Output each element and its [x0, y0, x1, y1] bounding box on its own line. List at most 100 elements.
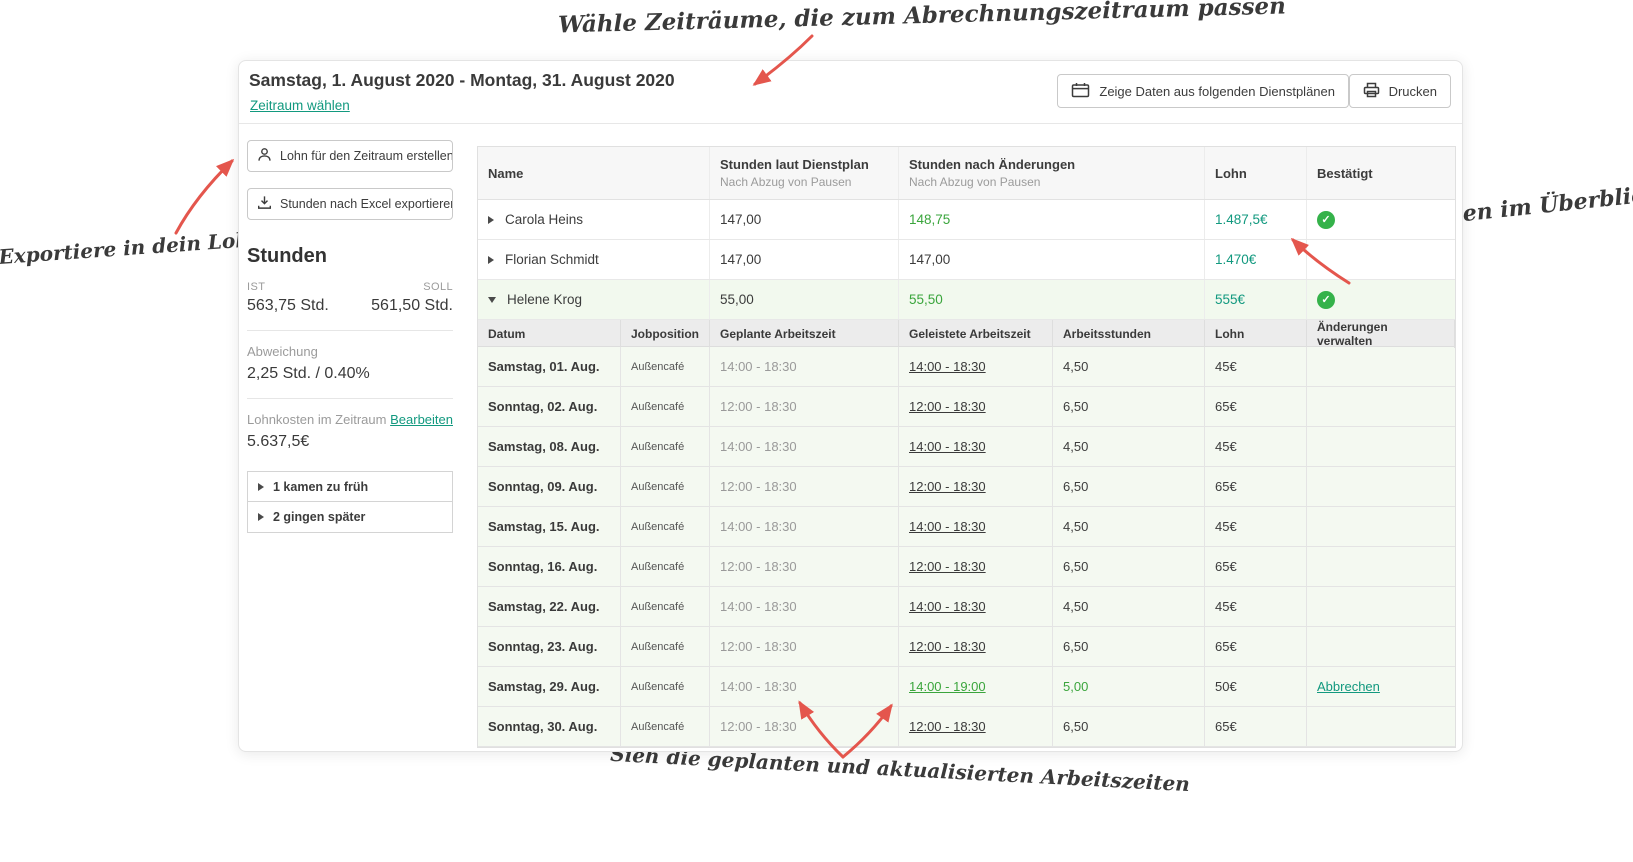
employee-changed-hours: 147,00	[899, 240, 1205, 279]
col-worked-time: Geleistete Arbeitszeit	[899, 320, 1053, 348]
detail-worked-time-link[interactable]: 12:00 - 18:30	[909, 559, 986, 574]
calendar-icon	[1071, 82, 1090, 101]
detail-wage: 45€	[1205, 587, 1307, 626]
came-early-accordion[interactable]: 1 kamen zu früh	[247, 471, 453, 502]
create-payroll-button[interactable]: Lohn für den Zeitraum erstellen	[247, 140, 453, 172]
show-schedules-label: Zeige Daten aus folgenden Dienstplänen	[1099, 83, 1335, 99]
detail-jobposition: Außencafé	[621, 507, 710, 546]
detail-worked-time-link[interactable]: 12:00 - 18:30	[909, 399, 986, 414]
employee-wage: 1.487,5€	[1205, 200, 1307, 239]
detail-hours: 6,50	[1053, 547, 1205, 586]
employee-changed-hours: 55,50	[899, 280, 1205, 319]
detail-row: Samstag, 22. Aug. Außencafé 14:00 - 18:3…	[478, 587, 1455, 627]
detail-worked-time-link[interactable]: 14:00 - 18:30	[909, 359, 986, 374]
detail-jobposition: Außencafé	[621, 587, 710, 626]
detail-wage: 45€	[1205, 507, 1307, 546]
choose-period-link[interactable]: Zeitraum wählen	[250, 98, 350, 113]
detail-date: Samstag, 29. Aug.	[478, 667, 621, 706]
caret-right-icon	[488, 255, 494, 264]
detail-date: Sonntag, 09. Aug.	[478, 467, 621, 506]
detail-date: Sonntag, 30. Aug.	[478, 707, 621, 746]
detail-row: Sonntag, 30. Aug. Außencafé 12:00 - 18:3…	[478, 707, 1455, 747]
detail-wage: 65€	[1205, 387, 1307, 426]
page: { "annotations": { "top": "Wähle Zeiträu…	[0, 0, 1633, 862]
divider	[247, 330, 453, 331]
detail-hours: 6,50	[1053, 627, 1205, 666]
employee-expander[interactable]: Carola Heins	[478, 200, 710, 239]
detail-worked-time-link[interactable]: 14:00 - 18:30	[909, 439, 986, 454]
detail-worked-time-link[interactable]: 12:00 - 18:30	[909, 639, 986, 654]
caret-right-icon	[488, 215, 494, 224]
col-detail-wage: Lohn	[1205, 320, 1307, 348]
detail-worked-time-link[interactable]: 14:00 - 18:30	[909, 599, 986, 614]
employee-expander[interactable]: Helene Krog	[478, 280, 710, 319]
detail-date: Sonntag, 02. Aug.	[478, 387, 621, 426]
detail-worked-time-link[interactable]: 14:00 - 19:00	[909, 679, 986, 694]
detail-planned-time: 14:00 - 18:30	[710, 587, 899, 626]
caret-right-icon	[258, 482, 264, 491]
labor-cost-label: Lohnkosten im Zeitraum	[247, 412, 387, 427]
left-late-accordion[interactable]: 2 gingen später	[247, 502, 453, 533]
employee-name: Florian Schmidt	[505, 252, 599, 267]
sidebar: Lohn für den Zeitraum erstellen Stunden …	[247, 140, 453, 533]
detail-planned-time: 14:00 - 18:30	[710, 507, 899, 546]
detail-hours: 4,50	[1053, 347, 1205, 386]
confirmed-check-icon	[1317, 210, 1335, 229]
detail-jobposition: Außencafé	[621, 347, 710, 386]
employee-name: Carola Heins	[505, 212, 584, 227]
create-payroll-label: Lohn für den Zeitraum erstellen	[280, 149, 453, 163]
cancel-change-link[interactable]: Abbrechen	[1317, 679, 1380, 694]
detail-planned-time: 12:00 - 18:30	[710, 467, 899, 506]
detail-row: Sonntag, 09. Aug. Außencafé 12:00 - 18:3…	[478, 467, 1455, 507]
employee-expander[interactable]: Florian Schmidt	[478, 240, 710, 279]
show-schedules-button[interactable]: Zeige Daten aus folgenden Dienstplänen	[1057, 74, 1349, 108]
detail-wage: 65€	[1205, 547, 1307, 586]
detail-hours: 6,50	[1053, 467, 1205, 506]
detail-jobposition: Außencafé	[621, 627, 710, 666]
person-icon	[257, 147, 272, 165]
detail-date: Samstag, 01. Aug.	[478, 347, 621, 386]
detail-wage: 45€	[1205, 427, 1307, 466]
detail-wage: 50€	[1205, 667, 1307, 706]
print-label: Drucken	[1388, 83, 1437, 99]
col-changed: Stunden nach Änderungen	[909, 157, 1076, 172]
employee-row: Florian Schmidt 147,00 147,00 1.470€	[478, 240, 1455, 280]
detail-hours: 6,50	[1053, 387, 1205, 426]
detail-jobposition: Außencafé	[621, 547, 710, 586]
col-manage-changes: Änderungen verwalten	[1307, 320, 1455, 348]
detail-wage: 45€	[1205, 347, 1307, 386]
soll-label: SOLL	[423, 281, 453, 293]
report-card: Samstag, 1. August 2020 - Montag, 31. Au…	[238, 60, 1463, 752]
detail-hours: 4,50	[1053, 427, 1205, 466]
detail-planned-time: 14:00 - 18:30	[710, 427, 899, 466]
detail-row: Sonntag, 16. Aug. Außencafé 12:00 - 18:3…	[478, 547, 1455, 587]
detail-date: Samstag, 08. Aug.	[478, 427, 621, 466]
deviation-label: Abweichung	[247, 344, 318, 359]
detail-planned-time: 12:00 - 18:30	[710, 627, 899, 666]
detail-wage: 65€	[1205, 467, 1307, 506]
detail-row: Sonntag, 02. Aug. Außencafé 12:00 - 18:3…	[478, 387, 1455, 427]
caret-down-icon	[488, 296, 496, 303]
detail-worked-time-link[interactable]: 12:00 - 18:30	[909, 719, 986, 734]
detail-row-changed: Samstag, 29. Aug. Außencafé 14:00 - 18:3…	[478, 667, 1455, 707]
detail-row: Sonntag, 23. Aug. Außencafé 12:00 - 18:3…	[478, 627, 1455, 667]
print-button[interactable]: Drucken	[1348, 74, 1451, 108]
detail-planned-time: 14:00 - 18:30	[710, 347, 899, 386]
detail-hours: 6,50	[1053, 707, 1205, 746]
ist-label: IST	[247, 281, 266, 293]
caret-right-icon	[258, 513, 264, 521]
header-divider	[239, 123, 1462, 124]
employee-row: Helene Krog 55,00 55,50 555€	[478, 280, 1455, 320]
detail-row: Samstag, 08. Aug. Außencafé 14:00 - 18:3…	[478, 427, 1455, 467]
employee-wage: 555€	[1205, 280, 1307, 319]
col-planned-sub: Nach Abzug von Pausen	[720, 175, 852, 189]
col-date: Datum	[478, 320, 621, 348]
detail-worked-time-link[interactable]: 14:00 - 18:30	[909, 519, 986, 534]
edit-labor-cost-link[interactable]: Bearbeiten	[390, 412, 453, 427]
employee-changed-hours: 148,75	[899, 200, 1205, 239]
page-title: Samstag, 1. August 2020 - Montag, 31. Au…	[249, 70, 675, 90]
detail-planned-time: 12:00 - 18:30	[710, 547, 899, 586]
detail-worked-time-link[interactable]: 12:00 - 18:30	[909, 479, 986, 494]
came-early-label: 1 kamen zu früh	[273, 479, 369, 494]
export-excel-button[interactable]: Stunden nach Excel exportieren	[247, 188, 453, 220]
